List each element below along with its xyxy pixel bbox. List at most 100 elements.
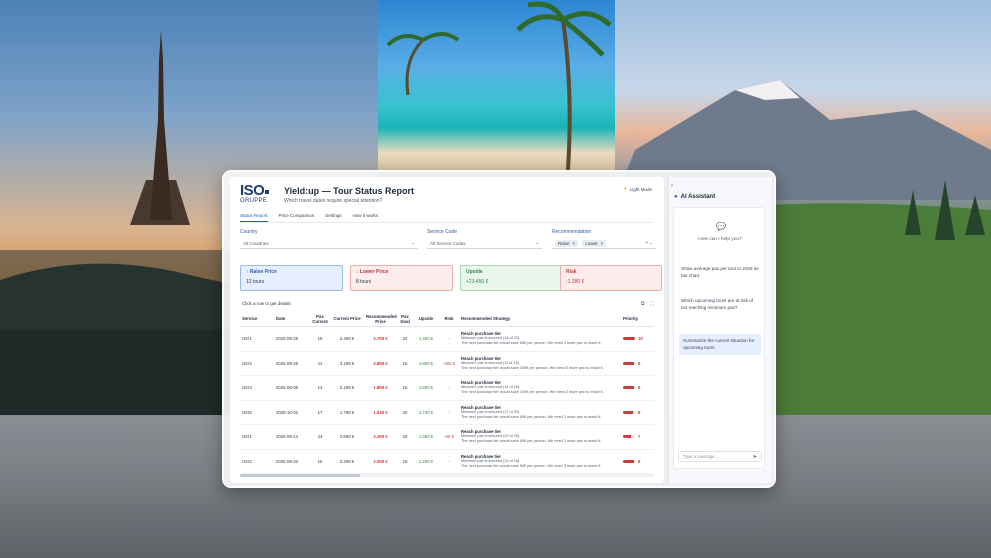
sun-icon: ☀ bbox=[623, 186, 628, 192]
arrow-up-icon: ↑ bbox=[246, 269, 249, 275]
summary-cards: ↑ Raise Price 12 tours ↓ Lower Price 8 t… bbox=[240, 265, 662, 291]
tab-status-report[interactable]: Status Report bbox=[240, 213, 268, 222]
risk-cell: - bbox=[448, 385, 450, 391]
pax-cell: 23 bbox=[317, 434, 323, 440]
palm-tree-image bbox=[386, 1, 612, 171]
horizontal-scrollbar[interactable] bbox=[240, 474, 654, 477]
lower-price-card[interactable]: ↓ Lower Price 8 tours bbox=[350, 265, 453, 291]
upside-cell: 1.740 € bbox=[418, 409, 434, 415]
date-cell: 2025-09-28 bbox=[276, 336, 298, 342]
risk-cell: -300 € bbox=[442, 360, 456, 366]
strategy-cell: Reach purchase tier Minimum pax is secure… bbox=[459, 429, 621, 444]
current-price-cell: 2.199 € bbox=[339, 385, 355, 391]
pax-goal-cell: 26 bbox=[402, 434, 408, 440]
suggestion-risk-tours[interactable]: Which upcoming tours are at risk of not … bbox=[679, 296, 761, 313]
current-price-cell: 2.299 € bbox=[339, 458, 355, 464]
ai-assistant-panel: › ● AI Assistant 💬 How can I help you? S… bbox=[668, 177, 772, 483]
priority-bar-fill bbox=[623, 386, 634, 390]
recommendation-select[interactable]: Raise × Lower × × ⌄ bbox=[552, 238, 656, 249]
risk-cell: - bbox=[448, 458, 450, 464]
message-input[interactable]: Type a message... ➤ bbox=[678, 451, 762, 462]
pax-cell: 15 bbox=[317, 458, 323, 464]
risk-cell: - bbox=[448, 409, 450, 415]
priority-cell: 8 bbox=[621, 410, 654, 415]
strategy-detail: The next purchase tier would save 60€ pe… bbox=[461, 414, 602, 419]
upside-cell: 1.400 € bbox=[418, 336, 434, 342]
priority-bar-fill bbox=[623, 435, 632, 439]
pax-goal-cell: 22 bbox=[402, 336, 408, 342]
strategy-cell: Reach purchase tier Minimum pax is secure… bbox=[459, 454, 621, 469]
priority-bar bbox=[623, 386, 635, 390]
recommended-price-cell: 2.799 € bbox=[373, 336, 388, 342]
tab-how-it-works[interactable]: How it works bbox=[353, 213, 379, 222]
close-icon[interactable]: × bbox=[573, 241, 576, 246]
priority-bar-fill bbox=[623, 337, 635, 341]
copy-icon[interactable]: ⧉ bbox=[641, 301, 645, 307]
page-subtitle: Which travel dates require special atten… bbox=[284, 198, 383, 204]
priority-bar bbox=[623, 435, 635, 439]
light-mode-toggle[interactable]: ☀ Light Mode bbox=[623, 186, 652, 192]
recommended-price-cell: 1.899 € bbox=[373, 385, 388, 391]
priority-bar bbox=[623, 410, 635, 414]
chat-bubble-icon: 💬 bbox=[716, 222, 726, 231]
table-body: ISO1 2025-09-28 18 2.499 € 2.799 € 22 1.400 € -… bbox=[240, 327, 654, 474]
priority-value: 9 bbox=[638, 458, 641, 464]
pax-goal-cell: 18 bbox=[402, 458, 408, 464]
tour-table: Service Date Pax Current Current Price R… bbox=[240, 311, 654, 474]
priority-value: 10 bbox=[638, 336, 643, 342]
table-row[interactable]: ISO2 2025-09-20 15 2.299 € 2.099 € 18 1.200 € -… bbox=[240, 450, 654, 474]
chip-raise[interactable]: Raise × bbox=[555, 239, 579, 247]
chat-area: 💬 How can I help you? Show average pax p… bbox=[673, 207, 765, 469]
table-row[interactable]: ISO4 2025-09-26 11 3.199 € 2.899 € 16 4.800 € -… bbox=[240, 352, 654, 376]
chip-lower[interactable]: Lower × bbox=[582, 239, 607, 247]
current-price-cell: 3.199 € bbox=[339, 360, 355, 366]
app-window: ISO GRUPPE Yield:up — Tour Status Report… bbox=[222, 170, 776, 488]
suggestion-summary[interactable]: Summarize the current situation for upco… bbox=[679, 334, 761, 355]
pax-cell: 11 bbox=[317, 360, 323, 366]
tab-price-comparison[interactable]: Price Comparison bbox=[279, 213, 315, 222]
priority-value: 9 bbox=[638, 385, 641, 391]
pax-goal-cell: 16 bbox=[402, 360, 408, 366]
close-icon[interactable]: × bbox=[601, 241, 604, 246]
beach-photo bbox=[378, 0, 615, 171]
priority-cell: 10 bbox=[621, 336, 654, 341]
send-icon[interactable]: ➤ bbox=[753, 454, 757, 460]
service-code-select[interactable]: All Service Codes ⌄ bbox=[427, 238, 542, 249]
main-app: ISO GRUPPE Yield:up — Tour Status Report… bbox=[230, 177, 664, 483]
service-cell: ISO2 bbox=[242, 458, 252, 464]
fullscreen-icon[interactable]: ⛶ bbox=[650, 301, 654, 307]
service-cell: ISO3 bbox=[242, 385, 252, 391]
priority-cell: 9 bbox=[621, 361, 654, 366]
service-cell: ISO5 bbox=[242, 409, 252, 415]
table-row[interactable]: ISO1 2025-09-28 18 2.499 € 2.799 € 22 1.400 € -… bbox=[240, 327, 654, 352]
priority-value: 8 bbox=[638, 409, 641, 415]
assistant-title: ● AI Assistant bbox=[674, 194, 716, 200]
arrow-down-icon: ↓ bbox=[356, 269, 359, 275]
pax-cell: 14 bbox=[317, 385, 323, 391]
strategy-detail: The next purchase tier would save 50€ pe… bbox=[461, 341, 602, 346]
pax-goal-cell: 16 bbox=[402, 385, 408, 391]
upside-cell: 4.800 € bbox=[418, 360, 434, 366]
service-cell: ISO1 bbox=[242, 434, 252, 440]
priority-cell: 9 bbox=[621, 385, 654, 390]
chevron-right-icon[interactable]: › bbox=[671, 183, 673, 189]
filter-bar: Country All Countries ⌄ Service Code All … bbox=[240, 229, 656, 261]
priority-bar-fill bbox=[623, 459, 634, 463]
service-code-filter: Service Code All Service Codes ⌄ bbox=[427, 229, 542, 249]
country-filter: Country All Countries ⌄ bbox=[240, 229, 418, 249]
date-cell: 2025-09-20 bbox=[276, 458, 298, 464]
chat-icon: ● bbox=[674, 194, 678, 200]
table-tools: ⧉ ⛶ bbox=[641, 301, 654, 307]
table-row[interactable]: ISO1 2025-09-14 23 2.699 € 2.299 € 26 1.560 € -… bbox=[240, 425, 654, 450]
tab-settings[interactable]: Settings bbox=[325, 213, 341, 222]
table-row[interactable]: ISO5 2025-10-02 17 1.799 € 1.049 € 20 1.740 € -… bbox=[240, 401, 654, 425]
service-cell: ISO4 bbox=[242, 360, 252, 366]
table-row[interactable]: ISO3 2025-09-05 14 2.199 € 1.899 € 16 1.600 € -… bbox=[240, 376, 654, 401]
raise-price-card[interactable]: ↑ Raise Price 12 tours bbox=[240, 265, 343, 291]
strategy-cell: Reach purchase tier Minimum pax is secure… bbox=[459, 380, 621, 395]
country-select[interactable]: All Countries ⌄ bbox=[240, 238, 418, 249]
clear-icon[interactable]: × bbox=[645, 240, 648, 245]
priority-cell: 7 bbox=[621, 434, 654, 439]
priority-value: 7 bbox=[638, 434, 641, 440]
suggestion-bar-chart[interactable]: Show average pax per tour in 2025 as bar… bbox=[679, 264, 761, 281]
